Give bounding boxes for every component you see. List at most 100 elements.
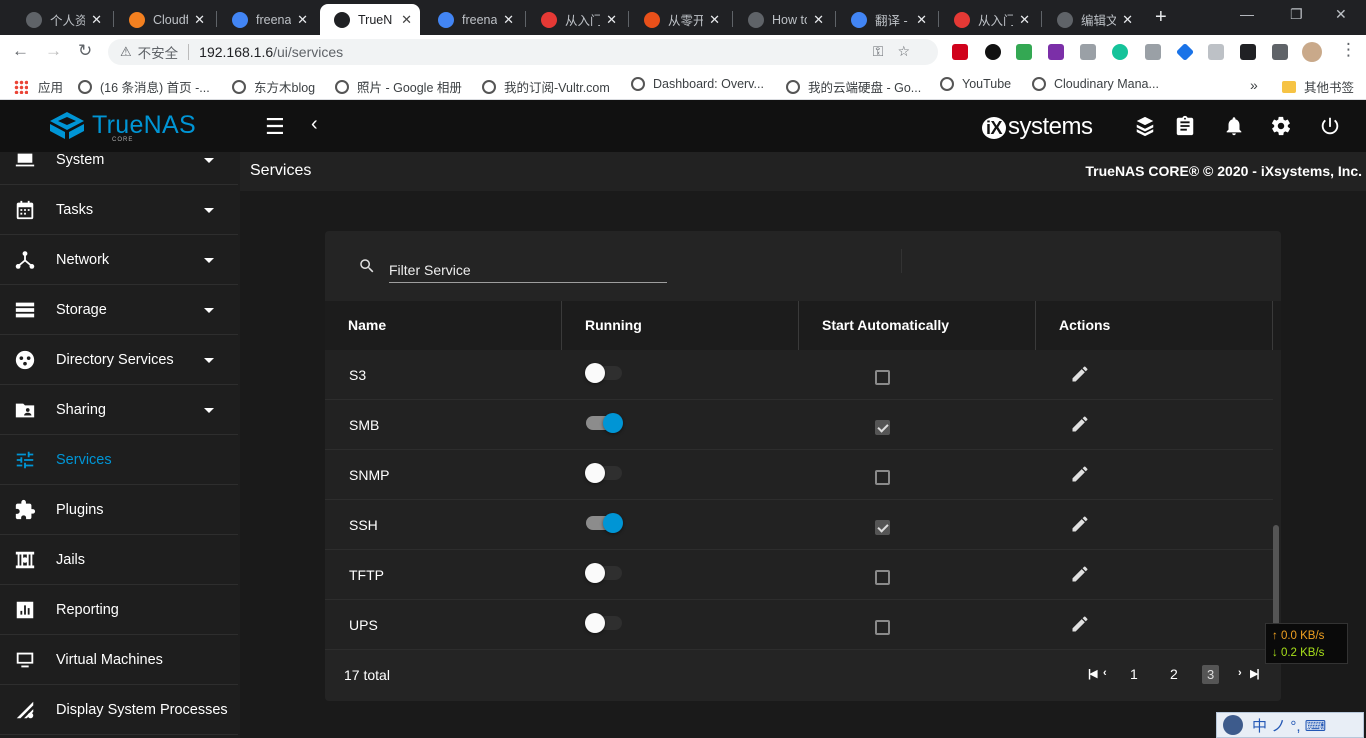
browser-menu-icon[interactable]: ⋮ <box>1340 40 1357 60</box>
start-automatically-checkbox[interactable] <box>875 570 890 585</box>
chevron-down-icon[interactable] <box>204 407 214 413</box>
browser-tab[interactable]: 编辑文 ✕ <box>1043 4 1141 35</box>
extension-icon[interactable] <box>985 44 1001 60</box>
sidebar-item-directory-services[interactable]: Directory Services <box>0 336 238 385</box>
column-header-running[interactable]: Running <box>562 301 799 350</box>
profile-avatar[interactable] <box>1302 42 1322 62</box>
back-icon[interactable]: ← <box>12 41 29 61</box>
edit-pencil-icon[interactable] <box>1070 564 1090 584</box>
running-toggle[interactable] <box>585 613 622 633</box>
close-tab-icon[interactable]: ✕ <box>194 12 205 28</box>
bookmark-item[interactable]: 应用 <box>14 77 63 96</box>
filter-service-input[interactable] <box>389 257 667 283</box>
close-tab-icon[interactable]: ✕ <box>401 12 412 28</box>
page-link[interactable]: 2 <box>1170 666 1178 682</box>
start-automatically-checkbox[interactable] <box>875 420 890 435</box>
ime-toolbar[interactable]: 中 ノ °, ⌨ <box>1216 712 1364 738</box>
browser-tab[interactable]: TrueN ✕ <box>320 4 420 35</box>
breadcrumb[interactable]: Services <box>250 162 311 180</box>
other-bookmarks[interactable]: 其他书签 <box>1282 77 1354 96</box>
sidebar-item-plugins[interactable]: Plugins <box>0 486 238 535</box>
close-tab-icon[interactable]: ✕ <box>709 12 720 28</box>
sidebar-item-reporting[interactable]: Reporting <box>0 586 238 635</box>
forward-icon[interactable]: → <box>45 41 62 61</box>
mail-icon[interactable] <box>1145 44 1161 60</box>
start-automatically-checkbox[interactable] <box>875 470 890 485</box>
truecommand-icon[interactable] <box>1134 115 1156 137</box>
column-header-start-automatically[interactable]: Start Automatically <box>799 301 1036 350</box>
extensions-puzzle-icon[interactable] <box>1272 44 1288 60</box>
browser-tab[interactable]: Cloudf ✕ <box>115 4 213 35</box>
current-page[interactable]: 3 <box>1202 665 1220 684</box>
start-automatically-checkbox[interactable] <box>875 370 890 385</box>
maximize-icon[interactable]: ❐ <box>1290 6 1303 23</box>
sidebar-item-services[interactable]: Services <box>0 436 238 485</box>
close-tab-icon[interactable]: ✕ <box>813 12 824 28</box>
close-tab-icon[interactable]: ✕ <box>1019 12 1030 28</box>
hamburger-menu-icon[interactable]: ☰ <box>265 114 285 140</box>
key-icon[interactable]: ⚿ <box>873 43 898 59</box>
sidebar-item-display-system-processes[interactable]: Display System Processes <box>0 686 238 735</box>
sidebar-item-jails[interactable]: Jails <box>0 536 238 585</box>
extension-icon[interactable] <box>1240 44 1256 60</box>
reload-icon[interactable]: ↻ <box>78 41 92 61</box>
bookmark-item[interactable]: 我的云端硬盘 - Go... <box>786 77 921 96</box>
close-tab-icon[interactable]: ✕ <box>503 12 514 28</box>
grammarly-icon[interactable] <box>1112 44 1128 60</box>
browser-tab[interactable]: 个人资 ✕ <box>12 4 110 35</box>
browser-tab[interactable]: freena ✕ <box>218 4 316 35</box>
bookmark-item[interactable]: 我的订阅-Vultr.com <box>482 77 610 96</box>
chevron-down-icon[interactable] <box>204 257 214 263</box>
ime-status[interactable]: 中 ノ °, ⌨ <box>1252 715 1326 736</box>
previous-page-icon[interactable]: ‹ <box>1103 667 1106 679</box>
running-toggle[interactable] <box>585 463 622 483</box>
close-tab-icon[interactable]: ✕ <box>1122 12 1133 28</box>
browser-tab[interactable]: 翻译 - ✕ <box>837 4 935 35</box>
browser-tab[interactable]: freena ✕ <box>424 4 522 35</box>
camera-icon[interactable] <box>1080 44 1096 60</box>
sidebar-item-virtual-machines[interactable]: Virtual Machines <box>0 636 238 685</box>
browser-tab[interactable]: 从零开 ✕ <box>630 4 728 35</box>
chevron-down-icon[interactable] <box>204 357 214 363</box>
extension-icon[interactable] <box>1016 44 1032 60</box>
browser-tab[interactable]: 从入门 ✕ <box>527 4 625 35</box>
bookmark-item[interactable]: (16 条消息) 首页 -... <box>78 77 210 96</box>
edit-pencil-icon[interactable] <box>1070 514 1090 534</box>
edit-pencil-icon[interactable] <box>1070 364 1090 384</box>
running-toggle[interactable] <box>585 363 622 383</box>
next-page-icon[interactable]: › <box>1238 667 1241 679</box>
bookmark-item[interactable]: YouTube <box>940 77 1011 91</box>
browser-tab[interactable]: How to ✕ <box>734 4 832 35</box>
column-header-name[interactable]: Name <box>325 301 562 350</box>
edit-pencil-icon[interactable] <box>1070 614 1090 634</box>
chevron-down-icon[interactable] <box>204 307 214 313</box>
chevron-down-icon[interactable] <box>204 157 214 163</box>
sidebar-item-storage[interactable]: Storage <box>0 286 238 335</box>
ixsystems-logo[interactable]: iX systems <box>982 113 1093 141</box>
bell-icon[interactable] <box>1223 115 1245 137</box>
bookmarks-overflow-icon[interactable]: » <box>1250 77 1258 93</box>
running-toggle[interactable] <box>586 513 623 533</box>
browser-tab[interactable]: 从入门 ✕ <box>940 4 1038 35</box>
bookmark-item[interactable]: 东方木blog <box>232 77 315 96</box>
edit-pencil-icon[interactable] <box>1070 464 1090 484</box>
warning-icon[interactable]: ⚠ <box>120 44 132 60</box>
page-link[interactable]: 1 <box>1130 666 1138 682</box>
start-automatically-checkbox[interactable] <box>875 620 890 635</box>
sidebar-item-network[interactable]: Network <box>0 236 238 285</box>
close-tab-icon[interactable]: ✕ <box>916 12 927 28</box>
new-tab-button[interactable]: + <box>1155 6 1167 29</box>
close-tab-icon[interactable]: ✕ <box>606 12 617 28</box>
extension-icon[interactable] <box>1175 42 1195 62</box>
column-header-actions[interactable]: Actions <box>1036 301 1273 350</box>
extension-icon[interactable] <box>952 44 968 60</box>
truenas-logo[interactable]: TrueNAS CORE <box>48 110 196 143</box>
extension-icon[interactable] <box>1208 44 1224 60</box>
bookmark-item[interactable]: 照片 - Google 相册 <box>335 77 462 96</box>
bookmark-item[interactable]: Dashboard: Overv... <box>631 77 764 91</box>
close-tab-icon[interactable]: ✕ <box>297 12 308 28</box>
bookmark-star-icon[interactable]: ☆ <box>897 43 924 59</box>
running-toggle[interactable] <box>586 413 623 433</box>
collapse-chevron-icon[interactable]: ‹ <box>311 113 318 136</box>
minimize-icon[interactable]: — <box>1240 6 1254 22</box>
